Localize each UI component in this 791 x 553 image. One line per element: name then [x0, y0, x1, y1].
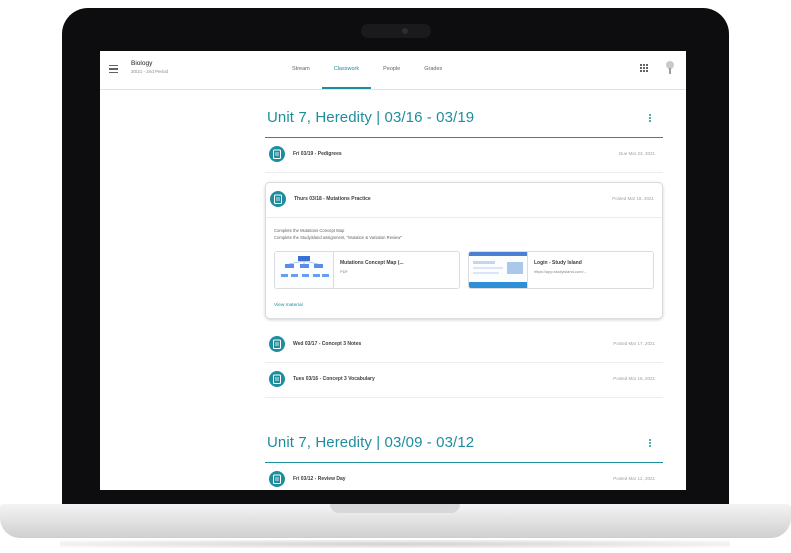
- laptop-lip: [330, 504, 460, 513]
- tab-bar: Stream Classwork People Grades: [280, 51, 454, 89]
- attachments: Mutations Concept Map (... PDF Login - S…: [274, 251, 654, 289]
- attachment-pdf[interactable]: Mutations Concept Map (... PDF: [274, 251, 460, 289]
- tab-stream[interactable]: Stream: [280, 51, 322, 89]
- material-icon: [269, 371, 285, 387]
- tab-classwork[interactable]: Classwork: [321, 51, 372, 89]
- topic-title: Unit 7, Heredity | 03/16 - 03/19: [267, 109, 475, 126]
- item-date: Posted Mar 17, 2021: [613, 341, 655, 346]
- course-title[interactable]: Biology: [131, 60, 152, 67]
- item-date: Posted Mar 16, 2021: [613, 376, 655, 381]
- tab-grades[interactable]: Grades: [412, 51, 454, 89]
- attachment-link[interactable]: Login - Study Island https://app.studyis…: [468, 251, 654, 289]
- laptop-shadow: [60, 540, 730, 548]
- item-title: Fri 03/19 - Pedigrees: [293, 151, 342, 157]
- webcam-icon: [402, 28, 408, 34]
- laptop-screen: Biology 20/21 - 2nd Period Stream Classw…: [100, 51, 686, 490]
- item-title: Fri 03/12 - Review Day: [293, 476, 346, 482]
- item-title: Thurs 03/18 - Mutations Practice: [294, 196, 371, 202]
- topic-header: Unit 7, Heredity | 03/16 - 03/19: [265, 97, 663, 138]
- item-date: Due Mar 23, 2021: [618, 151, 655, 156]
- study-island-thumbnail: [469, 252, 528, 288]
- list-item[interactable]: Fri 03/12 - Review Day Posted Mar 12, 20…: [265, 463, 663, 490]
- list-item[interactable]: Fri 03/19 - Pedigrees Due Mar 23, 2021: [265, 138, 663, 173]
- more-vert-icon[interactable]: [649, 439, 652, 448]
- list-item[interactable]: Tues 03/16 - Concept 3 Vocabulary Posted…: [265, 363, 663, 398]
- top-app-bar: Biology 20/21 - 2nd Period Stream Classw…: [100, 51, 686, 90]
- avatar[interactable]: [664, 61, 676, 75]
- item-date: Posted Mar 18, 2021: [612, 196, 654, 201]
- view-material-link[interactable]: View material: [274, 303, 654, 308]
- list-item[interactable]: Wed 03/17 - Concept 3 Notes Posted Mar 1…: [265, 328, 663, 363]
- more-vert-icon[interactable]: [649, 114, 652, 123]
- item-title: Tues 03/16 - Concept 3 Vocabulary: [293, 376, 375, 382]
- material-icon: [269, 471, 285, 487]
- apps-grid-icon[interactable]: [640, 64, 648, 72]
- assignment-icon: [269, 146, 285, 162]
- topic-title: Unit 7, Heredity | 03/09 - 03/12: [267, 434, 475, 451]
- item-date: Posted Mar 12, 2021: [613, 476, 655, 481]
- menu-icon[interactable]: [109, 65, 118, 74]
- attachment-url: https://app.studyisland.com/...: [534, 269, 587, 274]
- material-details: Complete the Mutations Concept Map Compl…: [266, 218, 662, 318]
- tab-people[interactable]: People: [371, 51, 412, 89]
- list-item[interactable]: Thurs 03/18 - Mutations Practice Posted …: [266, 183, 662, 218]
- camera-housing: [361, 24, 431, 38]
- topic-header: Unit 7, Heredity | 03/09 - 03/12: [265, 422, 663, 463]
- attachment-type: PDF: [340, 269, 348, 274]
- description-line: Complete the Studyisland assignment, "Mu…: [274, 235, 402, 240]
- item-title: Wed 03/17 - Concept 3 Notes: [293, 341, 362, 347]
- attachment-title: Mutations Concept Map (...: [340, 260, 404, 266]
- course-section: 20/21 - 2nd Period: [131, 69, 169, 74]
- material-icon: [270, 191, 286, 207]
- concept-map-thumbnail: [275, 252, 334, 288]
- attachment-title: Login - Study Island: [534, 260, 582, 266]
- material-icon: [269, 336, 285, 352]
- expanded-material-card: Thurs 03/18 - Mutations Practice Posted …: [265, 182, 663, 319]
- description-line: Complete the Mutations Concept Map: [274, 228, 345, 233]
- classwork-list: Unit 7, Heredity | 03/16 - 03/19 Fri 03/…: [265, 89, 663, 490]
